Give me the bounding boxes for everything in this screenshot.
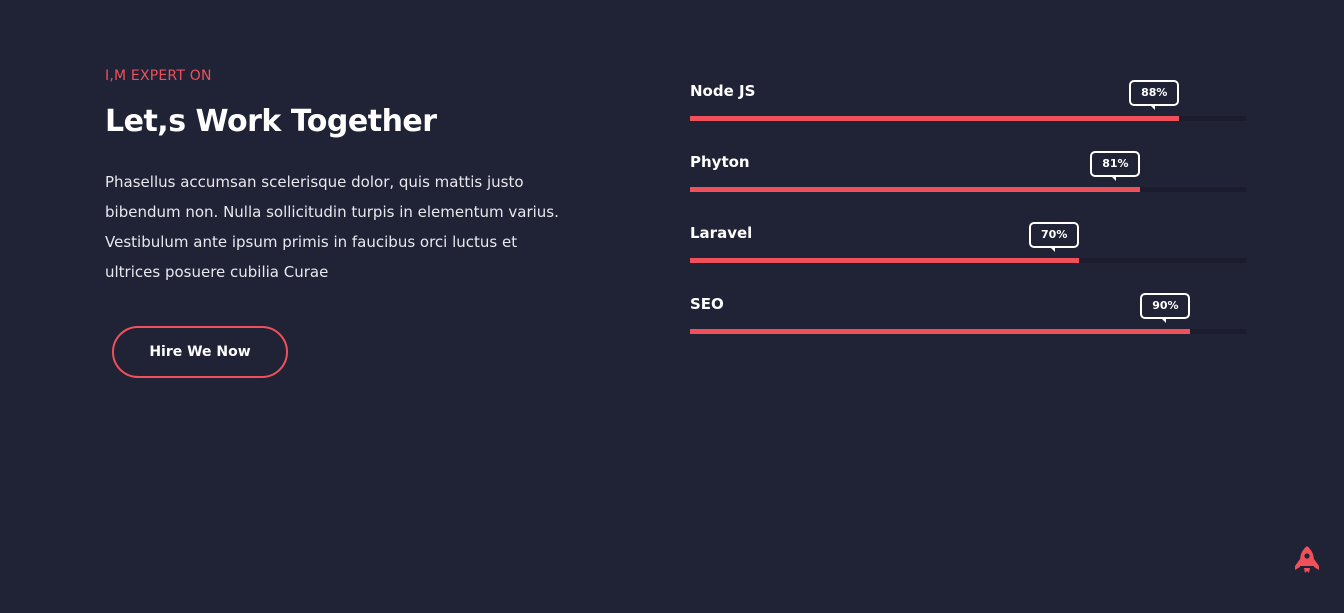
skill-item: Laravel 70% [690, 220, 1246, 291]
rocket-icon [1295, 546, 1319, 573]
skill-track [690, 329, 1246, 334]
hire-button[interactable]: Hire We Now [112, 326, 288, 378]
skill-percent-badge: 90% [1140, 293, 1191, 323]
section-description: Phasellus accumsan scelerisque dolor, qu… [105, 173, 559, 281]
skill-fill [690, 187, 1141, 192]
skill-item: Node JS 88% [690, 78, 1246, 149]
intro-section: I,M EXPERT ON Let,s Work Together Phasel… [105, 66, 585, 287]
skill-percent-badge: 81% [1090, 151, 1141, 181]
skill-name: SEO [690, 295, 724, 313]
skill-fill [690, 258, 1080, 263]
skill-item: Phyton 81% [690, 149, 1246, 220]
skill-percent-badge: 88% [1129, 80, 1180, 110]
section-title: Let,s Work Together [105, 104, 437, 139]
skill-item: SEO 90% [690, 291, 1246, 362]
skill-track [690, 116, 1246, 121]
scroll-top-button[interactable] [1293, 545, 1321, 575]
skill-percent-badge: 70% [1029, 222, 1080, 252]
skill-name: Laravel [690, 224, 753, 242]
skill-track [690, 187, 1246, 192]
section-eyebrow: I,M EXPERT ON [105, 68, 212, 84]
skill-name: Node JS [690, 82, 756, 100]
skill-name: Phyton [690, 153, 750, 171]
skill-track [690, 258, 1246, 263]
skills-list: Node JS 88% Phyton 81% Laravel 70% SEO 9… [690, 78, 1246, 362]
skill-fill [690, 329, 1191, 334]
skill-fill [690, 116, 1180, 121]
